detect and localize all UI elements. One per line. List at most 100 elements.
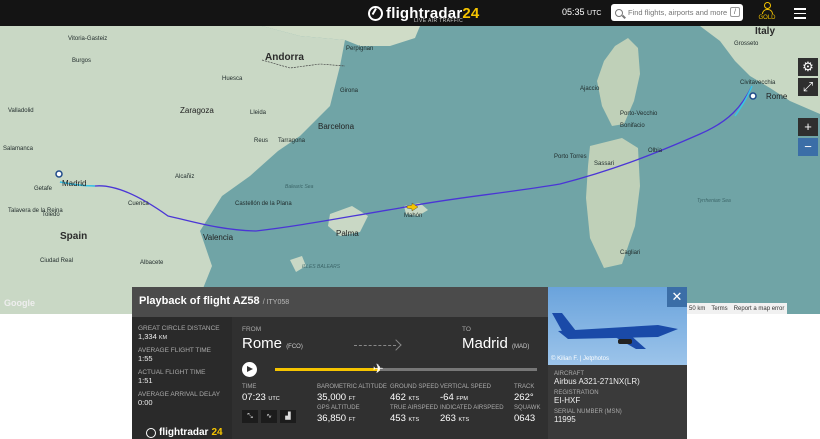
label-madrid: Madrid xyxy=(62,179,87,188)
stat-value: 1:55 xyxy=(138,354,153,363)
panel-callsign: / ITY058 xyxy=(262,299,290,306)
label-rome: Rome xyxy=(766,92,788,101)
registration-value[interactable]: EI-HXF xyxy=(554,396,681,405)
label-bonifacio: Bonifacio xyxy=(620,123,645,129)
true-airspeed-value: 453 KTS xyxy=(390,413,420,424)
playback-progress xyxy=(275,368,380,371)
time-value: 07:23 UTC xyxy=(242,392,280,403)
terms-link[interactable]: Terms xyxy=(711,306,727,312)
label-porto-torres: Porto Torres xyxy=(554,154,587,160)
zoom-in-button[interactable]: + xyxy=(798,118,818,136)
squawk-value: 0643 xyxy=(514,413,536,424)
fco-pin[interactable] xyxy=(749,92,757,100)
track-value: 262° xyxy=(514,392,534,403)
label-civitavecchia: Civitavecchia xyxy=(740,80,776,86)
label-valencia: Valencia xyxy=(203,233,234,242)
label-mahon: Mahón xyxy=(404,213,423,219)
label-lleida: Lleida xyxy=(250,110,267,116)
map-view[interactable]: Italy Andorra Spain Madrid Rome Zaragoza… xyxy=(0,26,820,314)
aircraft-photo[interactable]: ✕ © Kilian F. | Jetphotos xyxy=(548,287,687,365)
label-cuenca: Cuenca xyxy=(128,201,149,207)
play-button[interactable] xyxy=(242,362,257,377)
stat-label: GREAT CIRCLE DISTANCE xyxy=(138,325,220,332)
baro-altitude-value: 35,000 FT xyxy=(317,392,356,403)
user-icon xyxy=(763,2,771,9)
indicated-airspeed-value: 263 KTS xyxy=(440,413,470,424)
toggle-track-icon[interactable]: ∿ xyxy=(261,410,277,423)
chart-icon[interactable]: ▟ xyxy=(280,410,296,423)
gps-altitude-value: 36,850 FT xyxy=(317,413,356,424)
clock-zone: UTC xyxy=(587,10,602,17)
altitude-column: BAROMETRIC ALTITUDE 35,000 FT GPS ALTITU… xyxy=(317,384,387,424)
close-button[interactable]: ✕ xyxy=(667,287,687,307)
aircraft-type-value[interactable]: Airbus A321-271NX(LR) xyxy=(554,377,681,386)
toggle-map-icon[interactable]: ⤡ xyxy=(242,410,258,423)
label-ajaccio: Ajaccio xyxy=(580,86,600,92)
label-valladolid: Valladolid xyxy=(8,108,34,114)
label-cagliari: Cagliari xyxy=(620,250,641,256)
stat-label: ACTUAL FLIGHT TIME xyxy=(138,369,206,376)
destination-city[interactable]: Madrid (MAD) xyxy=(462,335,529,352)
label-ciudad-real: Ciudad Real xyxy=(40,258,74,264)
gold-account-button[interactable]: GOLD xyxy=(757,2,777,21)
track-column: TRACK 262° SQUAWK 0643 xyxy=(514,384,541,424)
plane-icon[interactable]: ✈ xyxy=(373,362,384,376)
label-tyrrhenian-sea: Tyrrhenian Sea xyxy=(697,198,731,204)
label-castellon: Castellón de la Plana xyxy=(235,201,292,207)
label-zaragoza: Zaragoza xyxy=(180,106,214,115)
time-column: TIME 07:23 UTC xyxy=(242,384,280,403)
brand-number: 24 xyxy=(462,4,480,22)
label-alcaniz: Alcañiz xyxy=(175,174,195,180)
map-footer: 50 km Terms Report a map error xyxy=(686,303,788,314)
utc-clock: 05:35 UTC xyxy=(562,7,601,17)
label-salamanca: Salamanca xyxy=(3,146,34,152)
playback-panel: Playback of flight AZ58 / ITY058 ✕ © Kil… xyxy=(132,287,687,439)
stat-label: AVERAGE FLIGHT TIME xyxy=(138,347,211,354)
minus-icon: − xyxy=(804,139,812,154)
vertical-speed-value: -64 FPM xyxy=(440,392,468,403)
label-palma: Palma xyxy=(336,229,359,238)
zoom-out-button[interactable]: − xyxy=(798,138,818,156)
label-balearic-sea: Balearic Sea xyxy=(285,184,314,190)
label-albacete: Albacete xyxy=(140,260,164,266)
search-shortcut-key: / xyxy=(730,7,740,17)
label-perpignan: Perpignan xyxy=(346,46,374,52)
label-girona: Girona xyxy=(340,88,359,94)
label-huesca: Huesca xyxy=(222,76,243,82)
playback-slider[interactable] xyxy=(275,368,537,371)
panel-brand-logo: flightradar 24 xyxy=(146,427,223,438)
panel-header: Playback of flight AZ58 / ITY058 xyxy=(132,287,548,317)
from-label: FROM xyxy=(242,326,262,333)
label-olbia: Olbia xyxy=(648,148,663,154)
stat-value: 0:00 xyxy=(138,398,153,407)
label-burgos: Burgos xyxy=(72,58,92,64)
search-box[interactable]: / xyxy=(611,4,743,21)
map-settings-button[interactable]: ⚙ xyxy=(798,58,818,76)
panel-title: Playback of flight AZ58 xyxy=(139,295,260,307)
origin-city[interactable]: Rome (FCO) xyxy=(242,335,303,352)
arrow-right-icon xyxy=(390,339,402,351)
radar-logo-icon xyxy=(368,5,383,21)
photo-credit[interactable]: © Kilian F. | Jetphotos xyxy=(551,356,609,362)
search-input[interactable] xyxy=(628,8,728,17)
speed-column: GROUND SPEED 462 KTS TRUE AIRSPEED 453 K… xyxy=(390,384,439,424)
hamburger-menu-button[interactable] xyxy=(794,8,806,22)
label-getafe: Getafe xyxy=(34,186,53,192)
clock-time: 05:35 xyxy=(562,7,585,17)
label-sassari: Sassari xyxy=(594,161,615,167)
expand-icon: ⤢ xyxy=(802,79,814,94)
label-illes-balears: ILLES BALEARS xyxy=(302,264,341,270)
gear-icon: ⚙ xyxy=(802,59,814,74)
mad-pin[interactable] xyxy=(55,170,63,178)
google-attribution: Google xyxy=(4,298,35,308)
label-talavera: Talavera de la Reina xyxy=(8,208,63,214)
label-porto-vecchio: Porto-Vecchio xyxy=(620,111,658,117)
label-grosseto: Grosseto xyxy=(734,41,759,47)
map-scale: 50 km xyxy=(689,305,706,312)
fullscreen-button[interactable]: ⤢ xyxy=(798,78,818,96)
msn-value: 11995 xyxy=(554,415,576,424)
label-tarragona: Tarragona xyxy=(278,138,306,144)
flightradar24-logo[interactable]: flightradar24 LIVE AIR TRAFFIC xyxy=(368,3,480,24)
top-bar: flightradar24 LIVE AIR TRAFFIC 05:35 UTC… xyxy=(0,0,820,26)
report-map-error-link[interactable]: Report a map error xyxy=(734,306,785,312)
